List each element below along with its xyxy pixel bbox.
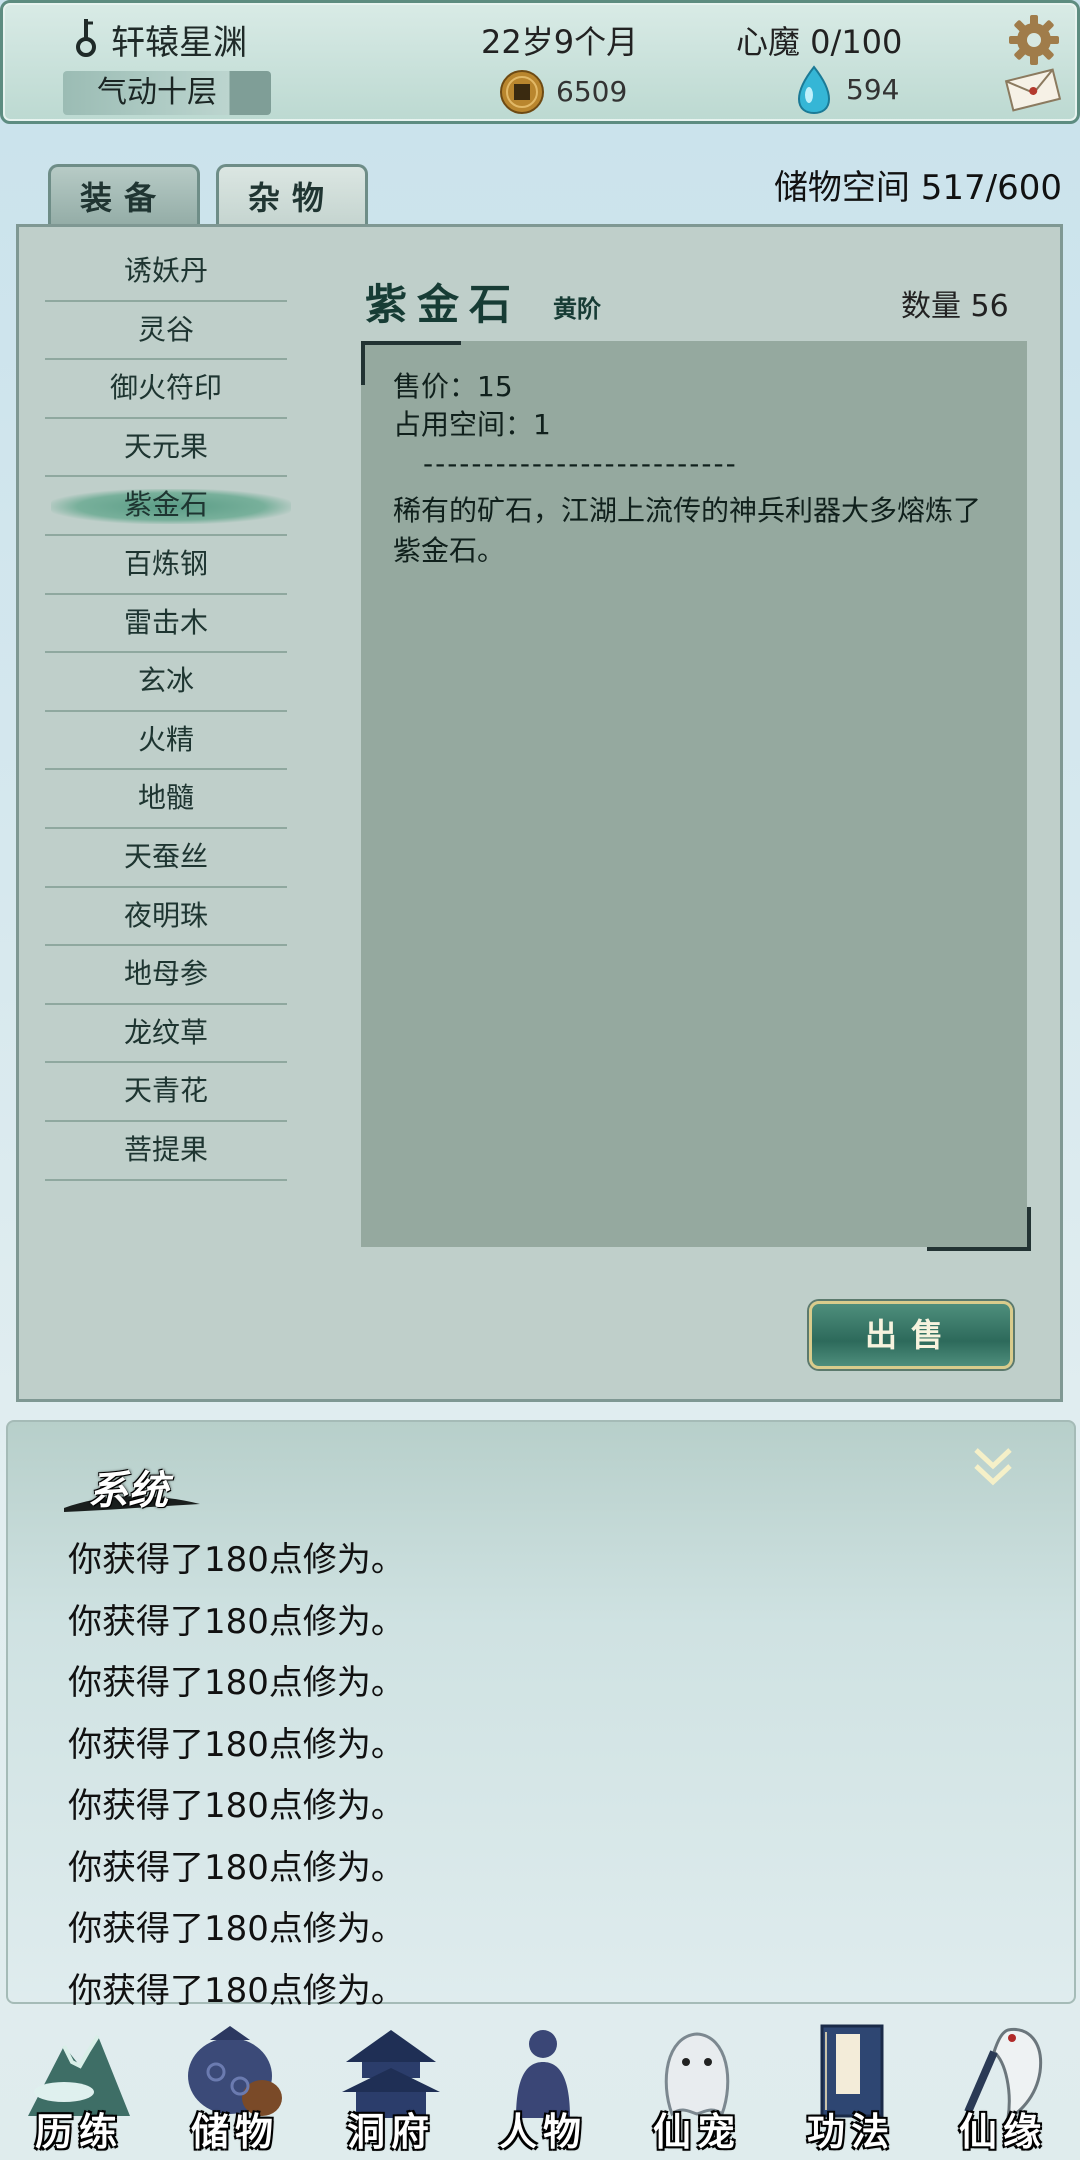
nav-fate[interactable]: 仙缘 (928, 2014, 1078, 2160)
nav-character[interactable]: 人物 (468, 2014, 618, 2160)
log-line: 你获得了180点修为。 (68, 1847, 405, 1888)
list-item[interactable]: 雷击木 (45, 595, 287, 654)
log-line: 你获得了180点修为。 (68, 1909, 405, 1949)
list-item-selected[interactable]: 紫金石 (45, 477, 291, 536)
divider: -------------------------- (423, 447, 738, 480)
log-line: 你获得了180点修为。 (68, 1601, 405, 1642)
mail-icon[interactable] (1003, 67, 1063, 113)
item-name: 紫金石 (365, 280, 522, 329)
item-price: 售价：15 (393, 370, 513, 403)
list-item-label: 百炼钢 (123, 546, 208, 580)
chevron-down-icon[interactable] (968, 1442, 1018, 1492)
list-item[interactable]: 夜明珠 (45, 888, 287, 947)
nav-label: 储物 (190, 2109, 279, 2154)
sell-button[interactable]: 出售 (809, 1301, 1013, 1369)
list-item[interactable]: 火精 (45, 712, 287, 771)
coin-icon (500, 70, 544, 114)
list-item-label: 菩提果 (123, 1132, 208, 1166)
list-item-label: 夜明珠 (123, 898, 208, 932)
list-item[interactable]: 天青花 (45, 1063, 287, 1122)
log-lines: 你获得了180点修为。 你获得了180点修为。 你获得了180点修为。 你获得了180… (68, 1530, 405, 2022)
nav-label: 人物 (498, 2109, 587, 2154)
nav-training[interactable]: 历练 (4, 2014, 154, 2160)
list-item[interactable]: 地髓 (45, 770, 287, 829)
item-quantity: 数量 56 (901, 289, 1009, 324)
nav-label: 仙宠 (652, 2109, 741, 2154)
coin-count: 6509 (556, 75, 628, 108)
storage-capacity: 储物空间 517/600 (773, 168, 1062, 208)
list-item-label: 天元果 (123, 429, 208, 463)
list-item-label: 灵谷 (137, 312, 194, 346)
status-bar: 轩辕星渊 气动十层 22岁9个月 心魔 0/100 6509 594 (0, 0, 1080, 124)
log-title: 系统 (88, 1467, 168, 1514)
list-item[interactable]: 龙纹草 (45, 1005, 287, 1064)
list-item[interactable]: 菩提果 (45, 1122, 287, 1181)
log-line: 你获得了180点修为。 (68, 1786, 405, 1826)
list-item[interactable]: 百炼钢 (45, 536, 287, 595)
inventory-panel: 诱妖丹 灵谷 御火符印 天元果 紫金石 百炼钢 雷击木 玄冰 火精 地髓 天蚕丝 夜明珠 地母参 龙纹草天… (16, 224, 1063, 1402)
list-item-label: 紫金石 (123, 488, 208, 522)
item-description-box: 售价：15 占用空间：1 -------------------------- … (361, 341, 1031, 1251)
nav-pet[interactable]: 仙宠 (622, 2014, 772, 2160)
list-item[interactable]: 天蚕丝 (45, 829, 287, 888)
item-space: 占用空间：1 (393, 408, 551, 441)
log-line: 你获得了180点修为。 (68, 1663, 405, 1703)
nav-storage[interactable]: 储物 (160, 2014, 310, 2160)
list-item-label: 雷击木 (123, 605, 208, 639)
bottom-nav: 历练 储物 洞府 人物 仙宠 功法 仙缘 (0, 2014, 1080, 2160)
list-item-label: 天青花 (123, 1074, 208, 1108)
nav-skills[interactable]: 功法 (776, 2014, 926, 2160)
list-item[interactable]: 天元果 (45, 419, 287, 478)
character-name: 轩辕星渊 (111, 23, 247, 63)
nav-label: 仙缘 (958, 2109, 1047, 2154)
list-item[interactable]: 玄冰 (45, 653, 287, 712)
age-text: 22岁9个月 (481, 23, 639, 61)
list-item[interactable]: 御火符印 (45, 360, 287, 419)
gem-count: 594 (846, 73, 900, 106)
tab-misc[interactable]: 杂物 (216, 164, 368, 230)
gear-icon[interactable] (1007, 13, 1061, 67)
corner-decoration (927, 1207, 1031, 1251)
log-line: 你获得了180点修为。 (68, 1540, 405, 1580)
nav-label: 洞府 (346, 2109, 435, 2154)
list-item[interactable]: 地母参 (45, 946, 287, 1005)
realm-badge: 气动十层 (63, 71, 271, 115)
nav-label: 历练 (34, 2109, 123, 2154)
tab-equipment[interactable]: 装备 (48, 164, 200, 226)
gem-icon (797, 65, 831, 115)
nav-label: 功法 (806, 2109, 895, 2154)
list-item[interactable]: 灵谷 (45, 302, 287, 361)
heart-demon-text: 心魔 0/100 (736, 23, 903, 61)
list-item-label: 御火符印 (109, 371, 222, 405)
list-item-label: 地髓 (137, 781, 194, 815)
item-description: 稀有的矿石，江湖上流传的神兵利器大多熔炼了紫金石。 (393, 494, 982, 567)
system-log-panel: 系统 你获得了180点修为。 你获得了180点修为。 你获得了180点修为。 你获得了… (6, 1420, 1076, 2011)
item-list: 诱妖丹灵谷御火符印天元果紫金石百炼钢雷击木玄冰火精地髓天蚕丝夜明珠地母参龙纹草天… (45, 243, 291, 1181)
list-item[interactable]: 诱妖丹 (45, 243, 287, 302)
list-item-label: 玄冰 (137, 664, 194, 698)
list-item-label: 火精 (137, 722, 194, 756)
log-line: 你获得了180点修为。 (68, 1970, 405, 2011)
list-item-label: 诱妖丹 (123, 254, 208, 287)
list-item-label: 龙纹草 (123, 1015, 208, 1049)
list-item-label: 地母参 (123, 957, 208, 991)
list-item-label: 天蚕丝 (123, 839, 208, 873)
nav-cave[interactable]: 洞府 (316, 2014, 466, 2160)
log-line: 你获得了180点修为。 (68, 1724, 405, 1765)
key-icon (76, 19, 96, 57)
item-grade: 黄阶 (553, 294, 601, 323)
